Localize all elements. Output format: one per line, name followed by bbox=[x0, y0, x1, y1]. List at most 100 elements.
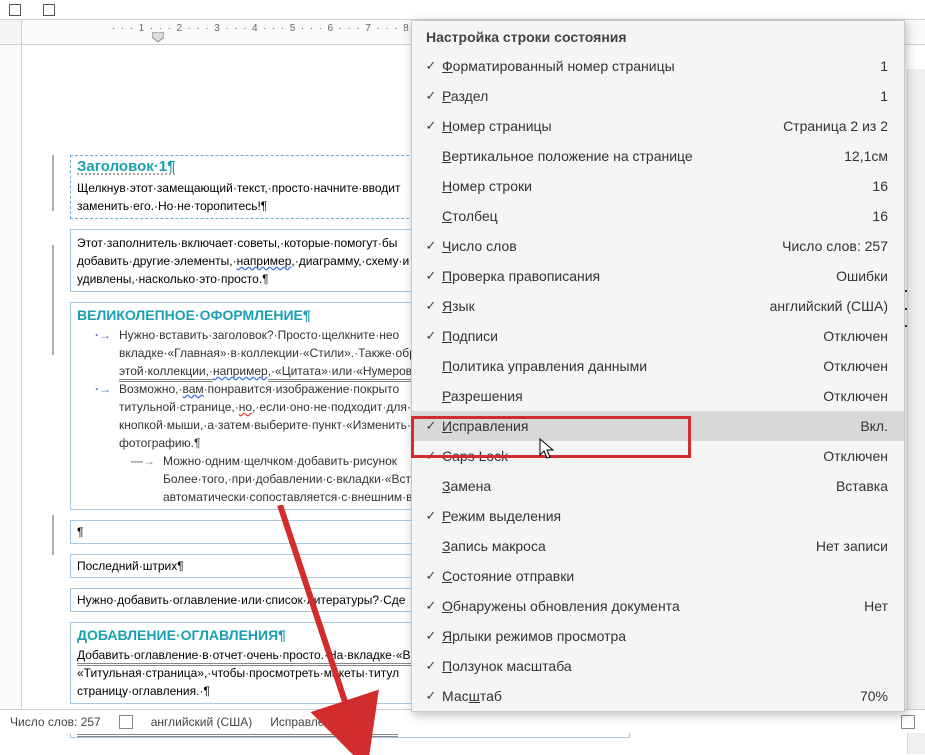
checkmark-icon: ✓ bbox=[420, 88, 442, 104]
bullet-arrow-icon: ·→ bbox=[95, 326, 111, 380]
menu-item-21[interactable]: ✓Масштаб70% bbox=[412, 681, 904, 711]
flagged-word: но bbox=[239, 400, 252, 414]
menu-item-label: Раздел bbox=[442, 88, 880, 104]
menu-item-label: Запись макроса bbox=[442, 538, 816, 554]
checkmark-icon: ✓ bbox=[420, 568, 442, 584]
body-text: ,·диаграмму,·схему·и bbox=[291, 254, 409, 268]
menu-item-value: 70% bbox=[860, 688, 888, 704]
menu-item-value: Ошибки bbox=[836, 268, 888, 284]
checkmark-icon: ✓ bbox=[420, 58, 442, 74]
checkmark-icon: ✓ bbox=[420, 508, 442, 524]
menu-item-value: Страница 2 из 2 bbox=[783, 118, 888, 134]
menu-item-11[interactable]: РазрешенияОтключен bbox=[412, 381, 904, 411]
menu-item-1[interactable]: ✓Раздел1 bbox=[412, 81, 904, 111]
menu-item-7[interactable]: ✓Проверка правописанияОшибки bbox=[412, 261, 904, 291]
menu-item-value: 12,1см bbox=[844, 148, 888, 164]
status-spellcheck[interactable] bbox=[119, 715, 133, 729]
menu-item-value: Нет записи bbox=[816, 538, 888, 554]
menu-item-12[interactable]: ✓ИсправленияВкл. bbox=[412, 411, 904, 441]
checkmark-icon: ✓ bbox=[420, 268, 442, 284]
body-text: кнопкой·мыши,·а·затем·выберите·пункт·«Из… bbox=[119, 418, 418, 432]
menu-item-15[interactable]: ✓Режим выделения bbox=[412, 501, 904, 531]
menu-item-value: Отключен bbox=[823, 358, 888, 374]
menu-item-value: 16 bbox=[872, 208, 888, 224]
menu-item-6[interactable]: ✓Число словЧисло слов: 257 bbox=[412, 231, 904, 261]
body-text: Нужно·добавить·оглавление·или·список·лит… bbox=[77, 593, 405, 607]
status-track-changes[interactable]: Исправления: Вкл. bbox=[270, 715, 374, 729]
menu-item-label: Проверка правописания bbox=[442, 268, 836, 284]
menu-item-label: Ползунок масштаба bbox=[442, 658, 888, 674]
menu-item-13[interactable]: ✓Caps LockОтключен bbox=[412, 441, 904, 471]
menu-item-0[interactable]: ✓Форматированный номер страницы1 bbox=[412, 51, 904, 81]
toolbar-strip bbox=[0, 0, 925, 20]
statusbar-customize-menu: Настройка строки состояния ✓Форматирован… bbox=[411, 20, 905, 712]
vertical-scrollbar[interactable] bbox=[907, 69, 925, 754]
checkmark-icon: ✓ bbox=[420, 658, 442, 674]
menu-item-5[interactable]: Столбец16 bbox=[412, 201, 904, 231]
menu-item-10[interactable]: Политика управления даннымиОтключен bbox=[412, 351, 904, 381]
menu-item-19[interactable]: ✓Ярлыки режимов просмотра bbox=[412, 621, 904, 651]
menu-item-label: Столбец bbox=[442, 208, 872, 224]
menu-item-value: Вставка bbox=[836, 478, 888, 494]
vertical-ruler[interactable] bbox=[0, 45, 22, 710]
view-icon bbox=[901, 715, 915, 729]
menu-item-8[interactable]: ✓Языканглийский (США) bbox=[412, 291, 904, 321]
menu-item-18[interactable]: ✓Обнаружены обновления документаНет bbox=[412, 591, 904, 621]
body-text: автоматически·сопоставляется·с·внешним·в… bbox=[163, 490, 452, 504]
status-view-icon[interactable] bbox=[901, 715, 915, 729]
toolbar-icon-1[interactable] bbox=[6, 3, 24, 17]
menu-item-label: Разрешения bbox=[442, 388, 823, 404]
menu-item-value: Число слов: 257 bbox=[782, 238, 888, 254]
body-text: Этот·заполнитель·включает·советы,·которы… bbox=[77, 236, 397, 250]
body-text: вкладке·«Главная»·в·коллекции·«Стили».·Т… bbox=[119, 346, 428, 360]
menu-item-label: Язык bbox=[442, 298, 770, 314]
toolbar-icon-2[interactable] bbox=[40, 3, 58, 17]
body-text: Возможно,· bbox=[119, 382, 183, 396]
body-text: Можно·одним·щелчком·добавить·рисунок bbox=[163, 454, 397, 468]
body-text: заменить·его.·Но·не·торопитесь!¶ bbox=[77, 199, 267, 213]
menu-item-14[interactable]: ЗаменаВставка bbox=[412, 471, 904, 501]
menu-item-3[interactable]: Вертикальное положение на странице12,1см bbox=[412, 141, 904, 171]
ruler-corner bbox=[0, 20, 22, 44]
menu-item-2[interactable]: ✓Номер страницыСтраница 2 из 2 bbox=[412, 111, 904, 141]
body-text: удивлены,·насколько·это·просто.¶ bbox=[77, 272, 269, 286]
body-text: Нужно·вставить·заголовок?·Просто·щелкнит… bbox=[119, 328, 399, 342]
menu-item-9[interactable]: ✓ПодписиОтключен bbox=[412, 321, 904, 351]
body-text: фотографию.¶ bbox=[119, 436, 200, 450]
menu-item-label: Ярлыки режимов просмотра bbox=[442, 628, 888, 644]
menu-item-20[interactable]: ✓Ползунок масштаба bbox=[412, 651, 904, 681]
body-text: добавить·другие·элементы,· bbox=[77, 254, 237, 268]
menu-title: Настройка строки состояния bbox=[412, 21, 904, 51]
checkmark-icon: ✓ bbox=[420, 328, 442, 344]
body-text: «Титульная·страница»,·чтобы·просмотреть·… bbox=[77, 666, 399, 680]
checkmark-icon: ✓ bbox=[420, 688, 442, 704]
checkmark-icon: ✓ bbox=[420, 118, 442, 134]
body-text: титульной·странице,· bbox=[119, 400, 239, 414]
bullet-arrow-icon: ·→ bbox=[95, 380, 111, 452]
menu-item-label: Caps Lock bbox=[442, 448, 823, 464]
menu-item-4[interactable]: Номер строки16 bbox=[412, 171, 904, 201]
status-language[interactable]: английский (США) bbox=[151, 715, 252, 729]
status-bar: Число слов: 257 английский (США) Исправл… bbox=[0, 709, 925, 733]
menu-item-value: Вкл. bbox=[860, 418, 888, 434]
menu-item-label: Номер строки bbox=[442, 178, 872, 194]
menu-item-value: Нет bbox=[864, 598, 888, 614]
checkmark-icon: ✓ bbox=[420, 418, 442, 434]
menu-item-label: Политика управления данными bbox=[442, 358, 823, 374]
checkmark-icon: ✓ bbox=[420, 628, 442, 644]
menu-item-16[interactable]: Запись макросаНет записи bbox=[412, 531, 904, 561]
menu-item-value: 1 bbox=[880, 58, 888, 74]
checkmark-icon: ✓ bbox=[420, 238, 442, 254]
status-word-count[interactable]: Число слов: 257 bbox=[10, 715, 101, 729]
body-text: ·понравится·изображение·покрыто bbox=[204, 382, 400, 396]
checkmark-icon: ✓ bbox=[420, 448, 442, 464]
indent-marker-icon[interactable] bbox=[152, 32, 164, 42]
menu-item-value: 16 bbox=[872, 178, 888, 194]
spellcheck-icon bbox=[119, 715, 133, 729]
flagged-word: например bbox=[213, 364, 268, 378]
menu-item-value: 1 bbox=[880, 88, 888, 104]
menu-item-label: Вертикальное положение на странице bbox=[442, 148, 844, 164]
menu-item-17[interactable]: ✓Состояние отправки bbox=[412, 561, 904, 591]
menu-item-label: Обнаружены обновления документа bbox=[442, 598, 864, 614]
body-text: Последний·штрих¶ bbox=[77, 559, 184, 573]
